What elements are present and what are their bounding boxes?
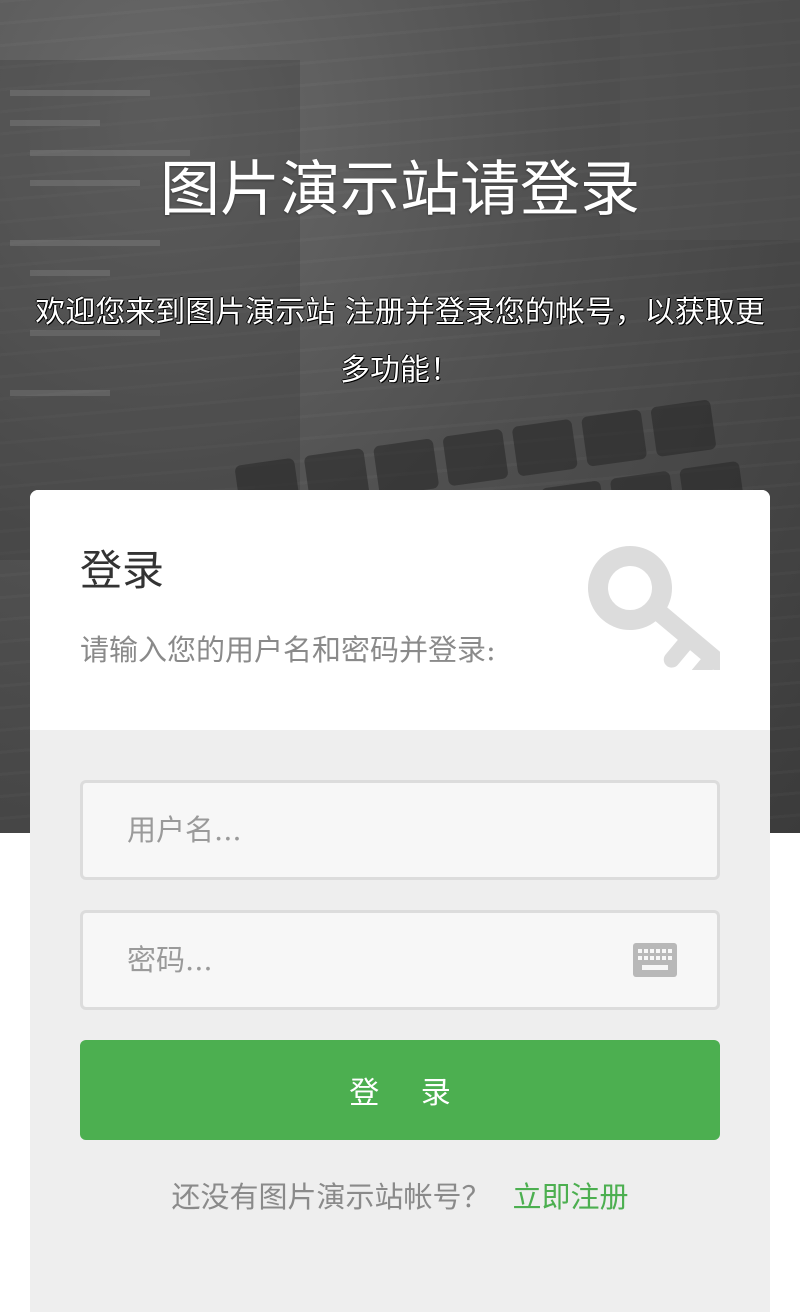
register-prompt-line: 还没有图片演示站帐号？ 立即注册	[30, 1175, 770, 1219]
login-card: 登录 请输入您的用户名和密码并登录: 用户名... 登 录 还没有图片演示站帐号…	[30, 490, 770, 1312]
register-link[interactable]: 立即注册	[513, 1180, 629, 1214]
login-button[interactable]: 登 录	[80, 1040, 720, 1140]
login-card-title: 登录	[80, 546, 165, 595]
key-icon	[588, 546, 720, 670]
username-input[interactable]	[83, 783, 717, 877]
password-field	[80, 910, 720, 1010]
register-prompt: 还没有图片演示站帐号？	[171, 1180, 491, 1214]
welcome-subtitle: 欢迎您来到图片演示站 注册并登录您的帐号，以获取更多功能！	[35, 295, 765, 388]
page-title: 图片演示站请登录	[160, 155, 640, 225]
keyboard-icon[interactable]	[633, 943, 677, 977]
username-field	[80, 780, 720, 880]
password-input[interactable]	[83, 913, 717, 1007]
login-card-header: 登录 请输入您的用户名和密码并登录:	[30, 490, 770, 730]
login-card-description: 请输入您的用户名和密码并登录:	[80, 633, 496, 667]
